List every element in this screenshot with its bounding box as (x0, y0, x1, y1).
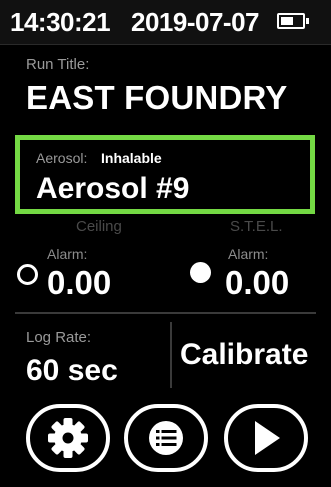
run-title-value[interactable]: EAST FOUNDRY (26, 79, 288, 117)
log-rate-value: 60 sec (26, 354, 118, 387)
ceiling-alarm-value: 0.00 (47, 264, 112, 301)
battery-icon (277, 13, 309, 29)
start-run-button[interactable] (224, 404, 308, 472)
status-date: 2019-07-07 (131, 7, 260, 37)
stel-alarm-value: 0.00 (225, 264, 290, 301)
stel-alarm-label: Alarm: (228, 246, 269, 262)
ceiling-caption: Ceiling (76, 218, 122, 235)
calibrate-button[interactable]: Calibrate (180, 338, 325, 372)
play-icon (255, 421, 280, 455)
ceiling-alarm-label: Alarm: (47, 246, 88, 262)
status-bar: 14:30:21 2019-07-07 (0, 0, 331, 45)
device-screen: 14:30:21 2019-07-07 Run Title: EAST FOUN… (0, 0, 331, 487)
status-time: 14:30:21 (10, 7, 111, 37)
aerosol-label: Aerosol: (36, 150, 88, 166)
battery-level (281, 17, 293, 25)
aerosol-selector[interactable]: Aerosol: Inhalable Aerosol #9 (15, 135, 315, 214)
settings-button[interactable] (26, 404, 110, 472)
log-rate-label: Log Rate: (26, 329, 92, 346)
aerosol-name: Aerosol #9 (36, 172, 190, 205)
gear-icon (48, 418, 88, 458)
stel-caption: S.T.E.L. (230, 218, 283, 235)
aerosol-type: Inhalable (101, 150, 162, 166)
stel-indicator-icon (190, 262, 211, 283)
log-list-button[interactable] (124, 404, 208, 472)
ceiling-indicator-icon (17, 264, 38, 285)
list-icon (149, 421, 183, 455)
run-title-label: Run Title: (26, 56, 90, 73)
divider (15, 312, 316, 314)
divider (170, 322, 172, 388)
